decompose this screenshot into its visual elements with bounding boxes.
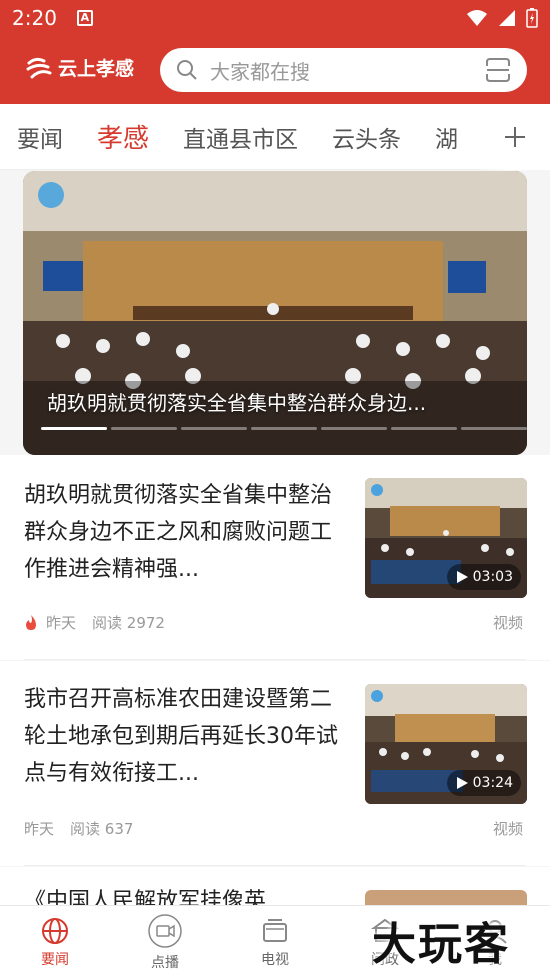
article-type-tag: 视频 xyxy=(492,820,523,838)
article-type-tag: 视频 xyxy=(492,614,523,632)
app-logo[interactable]: 云上孝感 xyxy=(26,54,134,81)
tab-county[interactable]: 直通县市区 xyxy=(166,120,315,154)
plus-icon xyxy=(505,127,525,147)
status-bar: 2:20 A xyxy=(0,0,550,36)
search-placeholder: 大家都在搜 xyxy=(210,59,310,84)
search-icon xyxy=(177,60,197,80)
wifi-icon xyxy=(467,10,487,26)
article-title: 《中国人民解放军挂像英 xyxy=(24,889,267,905)
article-thumbnail xyxy=(365,890,527,905)
nav-yaowen[interactable]: 要闻 xyxy=(0,906,110,979)
nav-label: 点播 xyxy=(151,954,179,971)
battery-icon xyxy=(526,8,538,28)
carousel-dot xyxy=(251,427,317,430)
banner-carousel[interactable]: 胡玖明就贯彻落实全省集中整治群众身边... xyxy=(23,171,527,455)
divider xyxy=(24,659,526,660)
carousel-dot xyxy=(321,427,387,430)
tab-xiaogan[interactable]: 孝感 xyxy=(80,118,166,155)
globe-icon xyxy=(42,917,68,944)
video-duration: 03:24 xyxy=(446,770,521,796)
banner-caption: 胡玖明就贯彻落实全省集中整治群众身边... xyxy=(47,391,427,415)
carousel-dot xyxy=(461,427,527,430)
carousel-indicator xyxy=(41,427,527,430)
article-reads: 阅读 637 xyxy=(70,820,134,838)
carousel-dot xyxy=(181,427,247,430)
app-header: 2:20 A 云上孝感 大家都在搜 xyxy=(0,0,550,104)
nav-label: 电视 xyxy=(261,951,289,968)
article-meta: 昨天 阅读 637 xyxy=(24,818,133,839)
add-channel-button[interactable] xyxy=(480,104,550,170)
list-item[interactable]: 胡玖明就贯彻落实全省集中整治群众身边不正之风和腐败问题工作推进会精神强... 0… xyxy=(0,455,550,660)
article-meta: 昨天 阅读 2972 xyxy=(24,612,165,633)
article-thumbnail: 03:24 xyxy=(365,684,527,804)
article-thumbnail: 03:03 xyxy=(365,478,527,598)
scan-icon[interactable] xyxy=(485,57,511,83)
divider xyxy=(24,865,526,866)
watermark: 大玩客 xyxy=(372,919,510,970)
nav-dianshi[interactable]: 电视 xyxy=(220,906,330,979)
nav-dianbo[interactable]: 点播 xyxy=(110,906,220,979)
play-icon xyxy=(456,777,468,789)
article-title: 我市召开高标准农田建设暨第二轮土地承包到期后再延长30年试点与有效衔接工... xyxy=(24,687,338,786)
tab-yuntoutiao[interactable]: 云头条 xyxy=(315,120,418,154)
notification-icon: A xyxy=(76,10,93,26)
status-time: 2:20 xyxy=(12,6,57,30)
carousel-dot xyxy=(391,427,457,430)
carousel-dot xyxy=(111,427,177,430)
channel-tabs: 要闻 孝感 直通县市区 云头条 湖 xyxy=(0,104,550,170)
logo-icon xyxy=(26,57,52,78)
article-date: 昨天 xyxy=(24,820,55,838)
duration-text: 03:24 xyxy=(472,775,513,791)
article-date: 昨天 xyxy=(46,614,77,632)
nav-label: 要闻 xyxy=(41,951,69,968)
signal-icon xyxy=(499,10,515,26)
article-title: 胡玖明就贯彻落实全省集中整治群众身边不正之风和腐败问题工作推进会精神强... xyxy=(24,483,333,582)
list-item[interactable]: 《中国人民解放军挂像英 xyxy=(0,867,550,905)
carousel-dot xyxy=(41,427,107,430)
video-duration: 03:03 xyxy=(446,564,521,590)
video-camera-icon xyxy=(148,913,182,948)
tab-yaowen[interactable]: 要闻 xyxy=(0,120,80,154)
article-reads: 阅读 2972 xyxy=(92,614,165,632)
duration-text: 03:03 xyxy=(472,569,513,585)
status-icons xyxy=(466,8,538,28)
logo-text: 云上孝感 xyxy=(58,58,135,80)
play-icon xyxy=(456,571,468,583)
search-bar[interactable]: 大家都在搜 xyxy=(160,48,527,92)
hot-flame-icon xyxy=(26,614,36,630)
tab-hubei[interactable]: 湖 xyxy=(418,120,475,154)
list-item[interactable]: 我市召开高标准农田建设暨第二轮土地承包到期后再延长30年试点与有效衔接工... … xyxy=(0,661,550,866)
tv-icon xyxy=(263,918,287,942)
